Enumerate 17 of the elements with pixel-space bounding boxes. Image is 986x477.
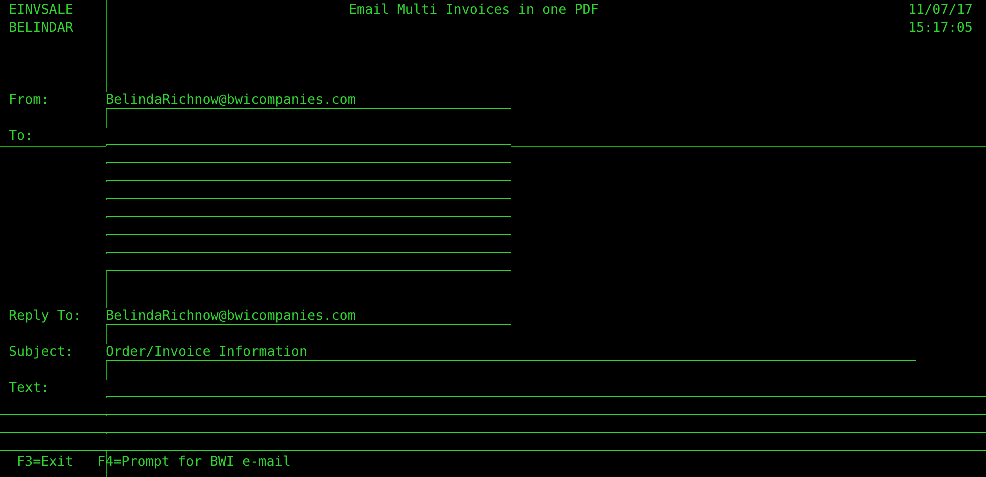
time-text: 15:17:05 bbox=[908, 20, 973, 38]
field-label: Reply To: bbox=[9, 308, 82, 326]
field-label: Subject: bbox=[9, 344, 74, 362]
field-label: To: bbox=[9, 128, 34, 146]
user-name: BELINDAR bbox=[9, 20, 74, 38]
input-field[interactable]: BelindaRichnow@bwicompanies.com bbox=[106, 308, 511, 325]
field-label: From: bbox=[9, 92, 50, 110]
input-field[interactable] bbox=[0, 434, 986, 451]
date-text: 11/07/17 bbox=[908, 2, 973, 20]
input-field[interactable] bbox=[0, 416, 986, 433]
field-label: Text: bbox=[9, 380, 50, 398]
program-name: EINVSALE bbox=[9, 2, 74, 20]
input-field[interactable]: Order/Invoice Information bbox=[106, 344, 916, 361]
screen-title: Email Multi Invoices in one PDF bbox=[349, 2, 600, 20]
function-key-hint: F3=Exit bbox=[17, 454, 74, 470]
input-field[interactable]: BelindaRichnow@bwicompanies.com bbox=[106, 92, 511, 109]
input-field[interactable] bbox=[0, 398, 986, 415]
